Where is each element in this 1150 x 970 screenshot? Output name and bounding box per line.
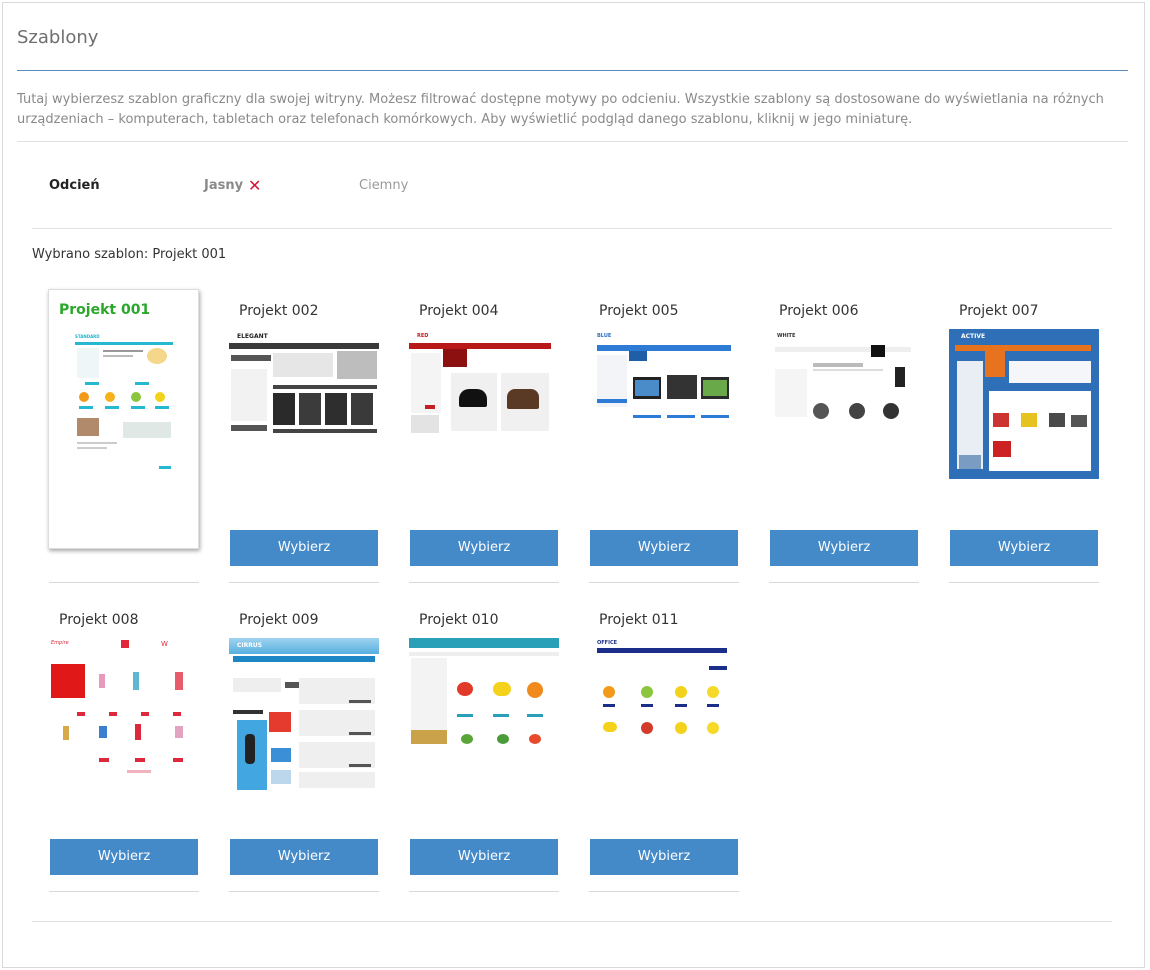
thumbnail-logo: Empire <box>51 640 69 646</box>
template-card-projekt-008: Projekt 008 Empire W Wybierz <box>49 598 199 893</box>
thumbnail-logo: WHITE <box>777 333 796 339</box>
template-name: Projekt 002 <box>239 303 319 319</box>
card-divider <box>409 582 559 583</box>
template-name: Projekt 004 <box>419 303 499 319</box>
template-name: Projekt 007 <box>959 303 1039 319</box>
template-card-projekt-001[interactable]: Projekt 001 STANDARD <box>48 289 199 549</box>
template-thumbnail[interactable]: Empire W <box>49 638 199 778</box>
thumbnail-logo: ACTIVE <box>961 333 986 340</box>
card-divider <box>589 891 739 892</box>
template-thumbnail[interactable] <box>409 638 559 744</box>
template-card-projekt-002: Projekt 002 ELEGANT Wybierz <box>229 289 379 584</box>
description-divider <box>17 141 1128 142</box>
choose-button[interactable]: Wybierz <box>50 839 198 875</box>
card-divider <box>589 582 739 583</box>
template-card-projekt-005: Projekt 005 BLUE Wybierz <box>589 289 739 584</box>
template-thumbnail[interactable]: OFFICE <box>589 638 739 744</box>
template-thumbnail[interactable]: ACTIVE <box>949 329 1099 479</box>
filter-option-ciemny[interactable]: Ciemny <box>359 178 408 193</box>
template-thumbnail[interactable]: WHITE <box>769 329 919 437</box>
filter-option-jasny[interactable]: Jasny <box>204 178 243 193</box>
filter-label: Odcień <box>49 178 100 193</box>
filter-divider <box>32 228 1112 229</box>
card-divider <box>49 582 199 583</box>
template-thumbnail[interactable]: STANDARD <box>75 334 173 484</box>
template-name: Projekt 009 <box>239 612 319 628</box>
page-title: Szablony <box>17 27 99 48</box>
template-name: Projekt 008 <box>59 612 139 628</box>
choose-button[interactable]: Wybierz <box>230 839 378 875</box>
title-divider <box>17 70 1128 71</box>
template-thumbnail[interactable]: CIRRUS <box>229 638 379 790</box>
template-thumbnail[interactable]: RED <box>409 329 559 435</box>
template-name: Projekt 011 <box>599 612 679 628</box>
thumbnail-logo: BLUE <box>597 333 612 339</box>
choose-button[interactable]: Wybierz <box>770 530 918 566</box>
template-name: Projekt 010 <box>419 612 499 628</box>
template-name: Projekt 006 <box>779 303 859 319</box>
choose-button[interactable]: Wybierz <box>950 530 1098 566</box>
template-card-projekt-004: Projekt 004 RED Wybierz <box>409 289 559 584</box>
thumbnail-logo: RED <box>417 333 429 339</box>
thumbnail-logo: STANDARD <box>75 334 100 339</box>
remove-filter-icon[interactable]: ✕ <box>248 176 261 195</box>
page-description: Tutaj wybierzesz szablon graficzny dla s… <box>17 92 1104 127</box>
card-divider <box>229 891 379 892</box>
card-divider <box>949 582 1099 583</box>
thumbnail-logo: CIRRUS <box>237 642 263 649</box>
card-divider <box>229 582 379 583</box>
template-thumbnail[interactable]: ELEGANT <box>229 329 379 447</box>
choose-button[interactable]: Wybierz <box>590 530 738 566</box>
bottom-divider <box>32 921 1112 922</box>
choose-button[interactable]: Wybierz <box>230 530 378 566</box>
choose-button[interactable]: Wybierz <box>410 839 558 875</box>
template-card-projekt-009: Projekt 009 CIRRUS Wybierz <box>229 598 379 893</box>
template-card-projekt-010: Projekt 010 Wybierz <box>409 598 559 893</box>
thumbnail-logo: OFFICE <box>597 640 618 646</box>
template-card-projekt-011: Projekt 011 OFFICE Wybierz <box>589 598 739 893</box>
card-divider <box>409 891 559 892</box>
template-card-projekt-007: Projekt 007 ACTIVE Wybierz <box>949 289 1099 584</box>
template-name: Projekt 001 <box>59 302 151 318</box>
template-card-projekt-006: Projekt 006 WHITE Wybierz <box>769 289 919 584</box>
card-divider <box>49 891 199 892</box>
template-name: Projekt 005 <box>599 303 679 319</box>
template-thumbnail[interactable]: BLUE <box>589 329 739 437</box>
selected-template-text: Wybrano szablon: Projekt 001 <box>32 247 227 262</box>
choose-button[interactable]: Wybierz <box>410 530 558 566</box>
thumbnail-logo: ELEGANT <box>237 333 268 340</box>
choose-button[interactable]: Wybierz <box>590 839 738 875</box>
card-divider <box>769 582 919 583</box>
